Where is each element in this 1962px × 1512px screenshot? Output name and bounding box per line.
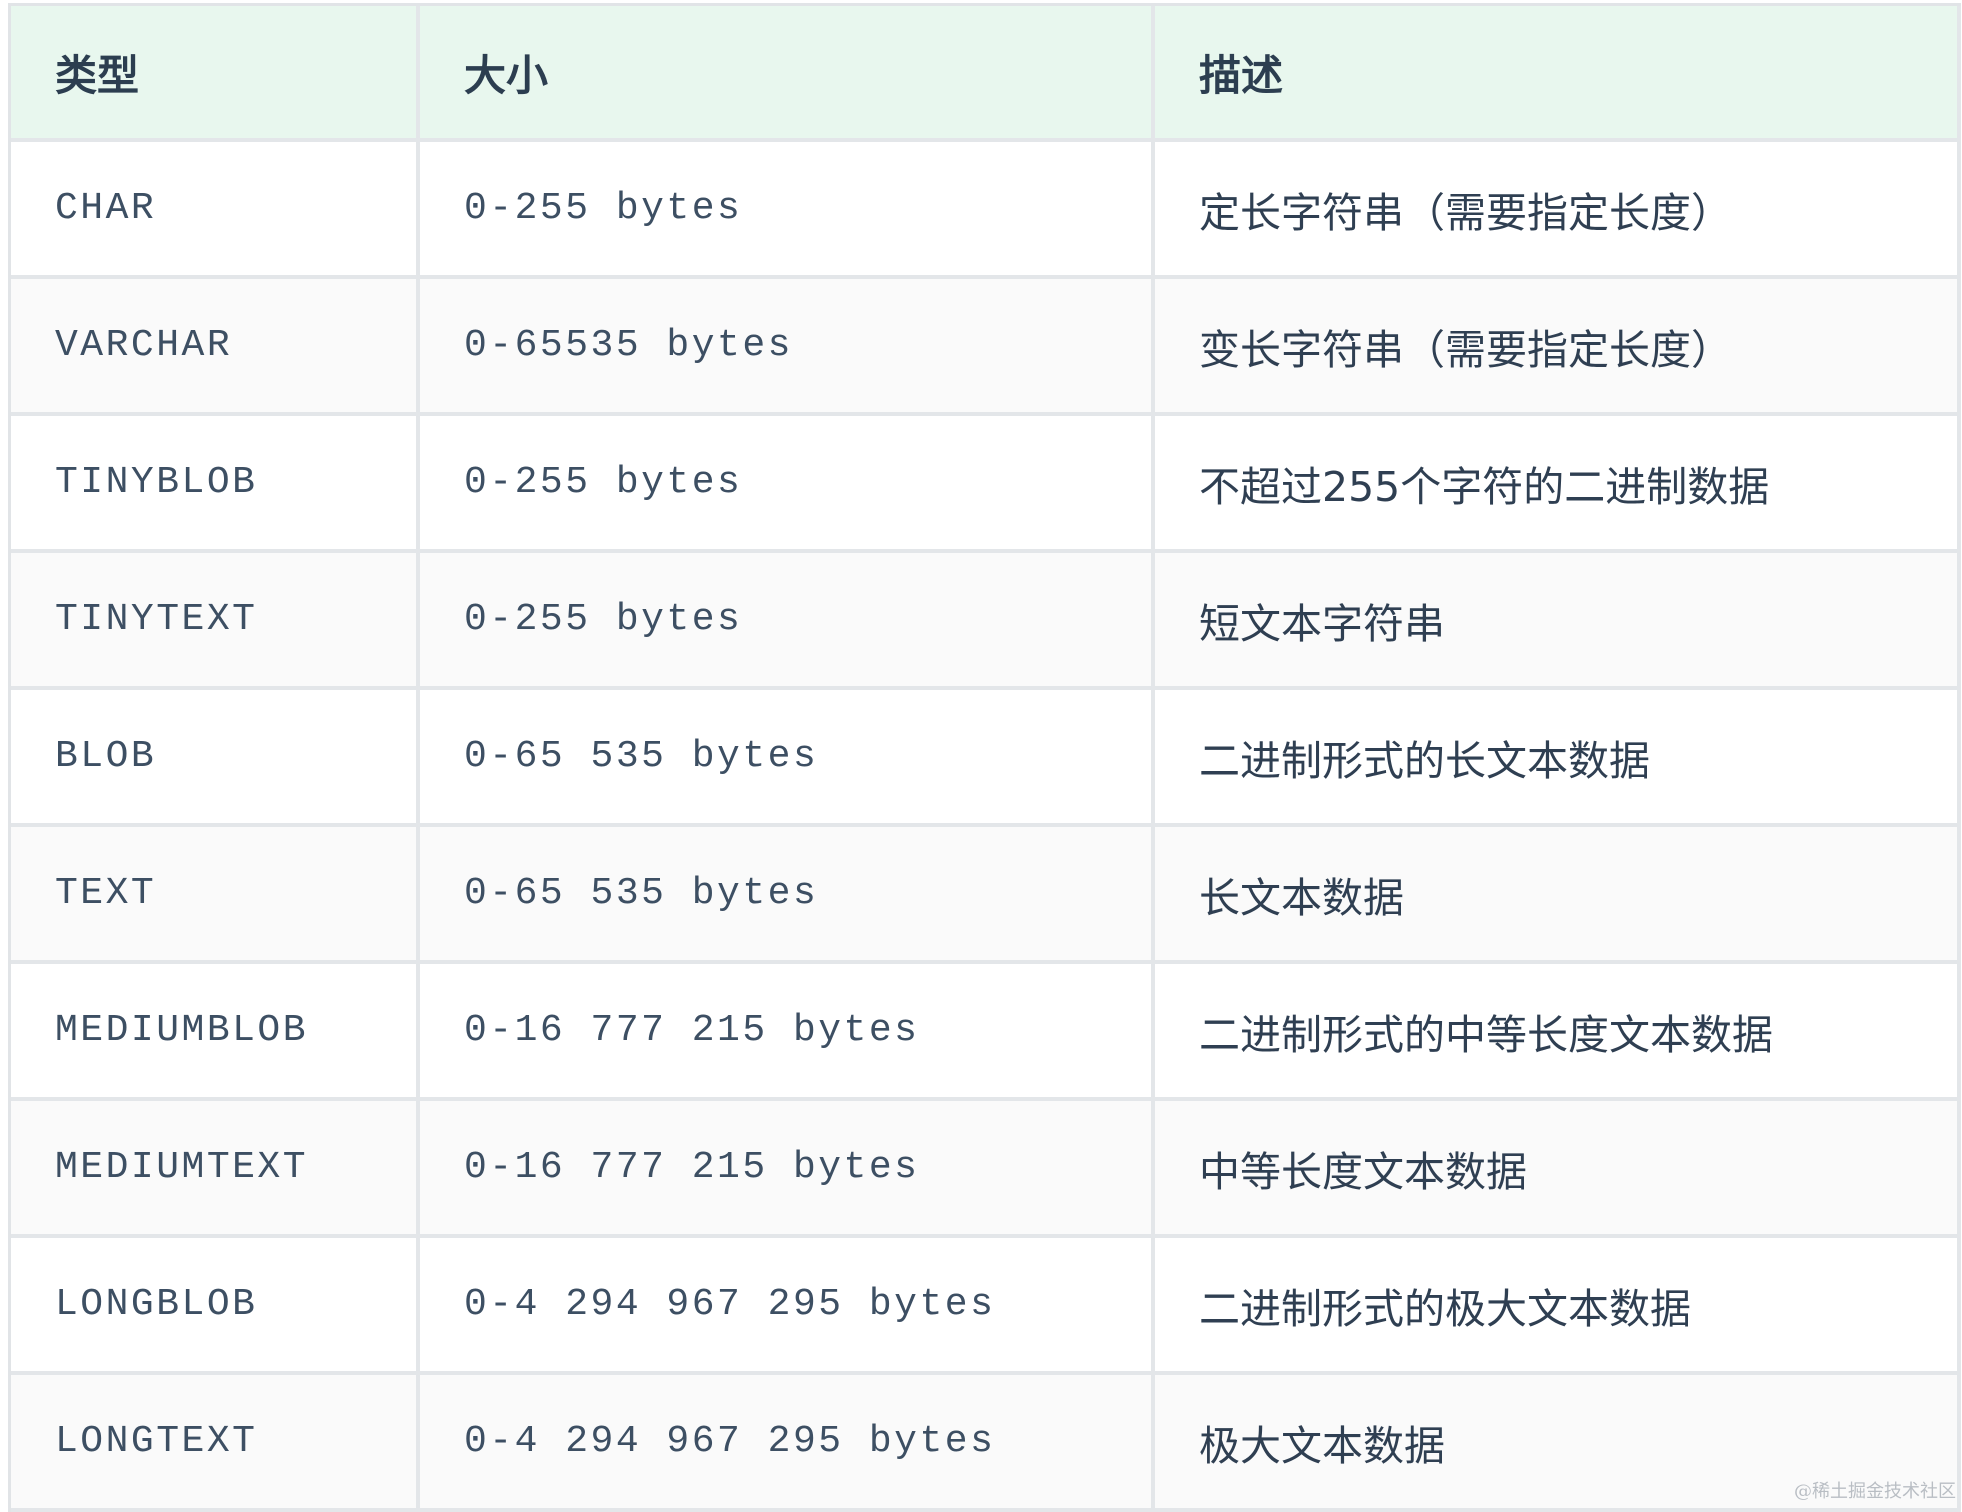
- cell-type: MEDIUMBLOB: [11, 964, 420, 1097]
- table-row: CHAR 0-255 bytes 定长字符串（需要指定长度）: [11, 142, 1961, 279]
- table-header-row: 类型 大小 描述: [11, 6, 1961, 142]
- cell-size: 0-65 535 bytes: [420, 690, 1155, 823]
- watermark: @稀土掘金技术社区: [1794, 1481, 1956, 1502]
- cell-size: 0-4 294 967 295 bytes: [420, 1238, 1155, 1371]
- cell-type: TINYTEXT: [11, 553, 420, 686]
- table-row: VARCHAR 0-65535 bytes 变长字符串（需要指定长度）: [11, 279, 1961, 416]
- table-row: LONGTEXT 0-4 294 967 295 bytes 极大文本数据: [11, 1375, 1961, 1512]
- table-row: MEDIUMBLOB 0-16 777 215 bytes 二进制形式的中等长度文本…: [11, 964, 1961, 1101]
- cell-description: 变长字符串（需要指定长度）: [1155, 279, 1961, 412]
- table-row: MEDIUMTEXT 0-16 777 215 bytes 中等长度文本数据: [11, 1101, 1961, 1238]
- cell-type: VARCHAR: [11, 279, 420, 412]
- cell-type: MEDIUMTEXT: [11, 1101, 420, 1234]
- table-body: CHAR 0-255 bytes 定长字符串（需要指定长度） VARCHAR 0-655…: [11, 142, 1961, 1512]
- table-row: TINYBLOB 0-255 bytes 不超过255个字符的二进制数据: [11, 416, 1961, 553]
- table-row: TINYTEXT 0-255 bytes 短文本字符串: [11, 553, 1961, 690]
- cell-type: BLOB: [11, 690, 420, 823]
- table-row: LONGBLOB 0-4 294 967 295 bytes 二进制形式的极大文本数…: [11, 1238, 1961, 1375]
- cell-size: 0-255 bytes: [420, 142, 1155, 275]
- cell-type: TEXT: [11, 827, 420, 960]
- cell-description: 短文本字符串: [1155, 553, 1961, 686]
- table-row: TEXT 0-65 535 bytes 长文本数据: [11, 827, 1961, 964]
- cell-description: 定长字符串（需要指定长度）: [1155, 142, 1961, 275]
- cell-description: 二进制形式的长文本数据: [1155, 690, 1961, 823]
- cell-description: 二进制形式的中等长度文本数据: [1155, 964, 1961, 1097]
- cell-size: 0-255 bytes: [420, 416, 1155, 549]
- cell-description: 不超过255个字符的二进制数据: [1155, 416, 1961, 549]
- cell-size: 0-16 777 215 bytes: [420, 1101, 1155, 1234]
- cell-size: 0-4 294 967 295 bytes: [420, 1375, 1155, 1508]
- header-description: 描述: [1155, 6, 1961, 138]
- cell-type: TINYBLOB: [11, 416, 420, 549]
- cell-description: 长文本数据: [1155, 827, 1961, 960]
- table-row: BLOB 0-65 535 bytes 二进制形式的长文本数据: [11, 690, 1961, 827]
- cell-size: 0-65535 bytes: [420, 279, 1155, 412]
- cell-size: 0-16 777 215 bytes: [420, 964, 1155, 1097]
- cell-description: 二进制形式的极大文本数据: [1155, 1238, 1961, 1371]
- cell-type: CHAR: [11, 142, 420, 275]
- header-type: 类型: [11, 6, 420, 138]
- cell-size: 0-255 bytes: [420, 553, 1155, 686]
- data-types-table: 类型 大小 描述 CHAR 0-255 bytes 定长字符串（需要指定长度） VAR…: [8, 3, 1961, 1512]
- cell-size: 0-65 535 bytes: [420, 827, 1155, 960]
- header-size: 大小: [420, 6, 1155, 138]
- cell-description: 中等长度文本数据: [1155, 1101, 1961, 1234]
- cell-type: LONGTEXT: [11, 1375, 420, 1508]
- cell-type: LONGBLOB: [11, 1238, 420, 1371]
